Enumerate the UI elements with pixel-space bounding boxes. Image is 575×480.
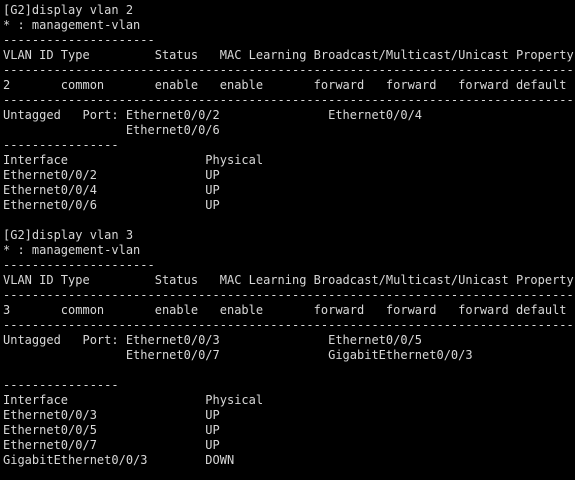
untagged-ports-line: Untagged Port: Ethernet0/0/2 Ethernet0/0… [3,108,423,122]
interface-row: Ethernet0/0/6 UP [3,198,220,212]
interface-row: Ethernet0/0/5 UP [3,423,220,437]
interface-table-header: Interface Physical [3,393,264,407]
separator-line: --------------------- [3,258,155,272]
interface-row: GigabitEthernet0/0/3 DOWN [3,453,235,467]
interface-row: Ethernet0/0/7 UP [3,438,220,452]
separator-line: ----------------------------------------… [3,288,575,302]
terminal-output[interactable]: [G2]display vlan 2 * : management-vlan -… [3,3,575,480]
untagged-ports-line: Ethernet0/0/6 [3,123,220,137]
interface-table-header: Interface Physical [3,153,264,167]
separator-line: ----------------------------------------… [3,63,575,77]
untagged-ports-line: Ethernet0/0/7 GigabitEthernet0/0/3 [3,348,473,362]
vlan-table-row: 2 common enable enable forward forward f… [3,78,567,92]
untagged-ports-line: Untagged Port: Ethernet0/0/3 Ethernet0/0… [3,333,423,347]
vlan-table-header: VLAN ID Type Status MAC Learning Broadca… [3,48,574,62]
vlan-table-header: VLAN ID Type Status MAC Learning Broadca… [3,273,574,287]
interface-row: Ethernet0/0/4 UP [3,183,220,197]
separator-line: ---------------- [3,138,119,152]
management-vlan-note: * : management-vlan [3,243,141,257]
command-line-vlan-2: [G2]display vlan 2 [3,3,134,17]
interface-row: Ethernet0/0/2 UP [3,168,220,182]
separator-line: ----------------------------------------… [3,93,575,107]
command-line-vlan-3: [G2]display vlan 3 [3,228,134,242]
separator-line: ---------------- [3,378,119,392]
separator-line: ----------------------------------------… [3,318,575,332]
interface-row: Ethernet0/0/3 UP [3,408,220,422]
vlan-table-row: 3 common enable enable forward forward f… [3,303,567,317]
management-vlan-note: * : management-vlan [3,18,141,32]
separator-line: --------------------- [3,33,155,47]
